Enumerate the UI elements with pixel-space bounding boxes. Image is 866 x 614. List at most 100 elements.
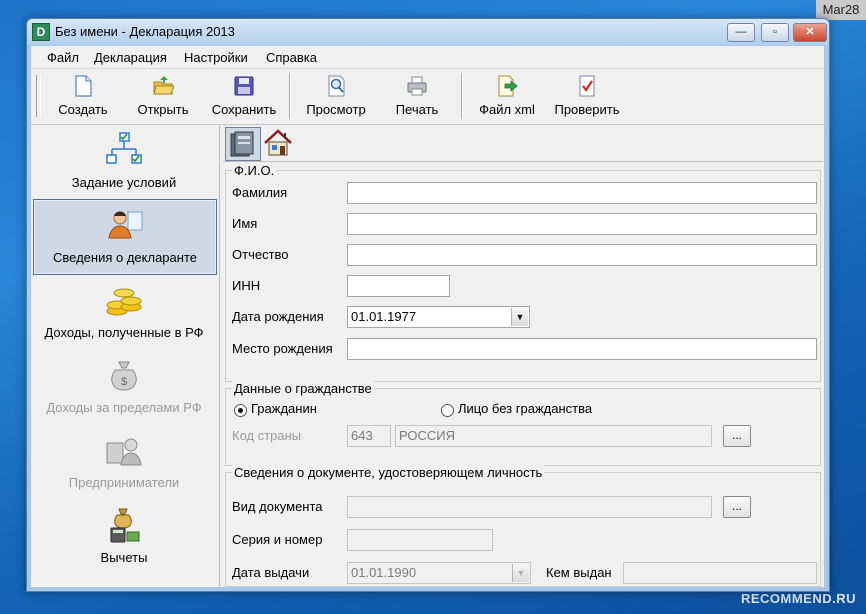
- person-icon: [108, 211, 143, 239]
- name-label: Имя: [232, 216, 258, 231]
- doc-type-browse-button[interactable]: ...: [723, 496, 751, 518]
- surname-input[interactable]: [347, 182, 817, 204]
- check-button[interactable]: Проверить: [549, 72, 625, 120]
- client-area: Файл Декларация Настройки Справка Создат…: [31, 46, 824, 587]
- fio-legend: Ф.И.О.: [232, 163, 277, 178]
- toolbar-separator: [461, 73, 463, 119]
- money-bag-icon: $: [111, 361, 137, 391]
- country-code-input[interactable]: 643: [347, 425, 391, 447]
- dropdown-arrow-icon[interactable]: ▼: [511, 308, 528, 326]
- name-input[interactable]: [347, 213, 817, 235]
- entrepreneur-icon: [106, 438, 142, 466]
- tab-identity[interactable]: [225, 127, 261, 161]
- series-input[interactable]: [347, 529, 493, 551]
- xml-export-icon: [498, 75, 518, 97]
- sidebar-label: Задание условий: [71, 175, 177, 190]
- sidebar-item-conditions[interactable]: Задание условий: [31, 125, 217, 199]
- print-label: Печать: [395, 102, 439, 117]
- sidebar-label: Сведения о декларанте: [53, 250, 197, 265]
- document-legend: Сведения о документе, удостоверяющем лич…: [232, 465, 545, 480]
- birthdate-label: Дата рождения: [232, 309, 324, 324]
- preview-label: Просмотр: [306, 102, 366, 117]
- close-button[interactable]: ✕: [793, 23, 827, 42]
- issued-by-label: Кем выдан: [546, 565, 612, 580]
- fio-group: Ф.И.О. Фамилия Имя Отчество ИНН Дата рож…: [225, 163, 821, 382]
- issue-date-label: Дата выдачи: [232, 565, 310, 580]
- country-browse-button[interactable]: ...: [723, 425, 751, 447]
- sidebar-item-income-abroad[interactable]: $ Доходы за пределами РФ: [31, 350, 217, 424]
- house-icon: [264, 129, 292, 156]
- menu-bar: Файл Декларация Настройки Справка: [31, 46, 824, 69]
- window-title: Без имени - Декларация 2013: [55, 24, 235, 39]
- menu-declaration[interactable]: Декларация: [94, 50, 167, 65]
- preview-button[interactable]: Просмотр: [299, 72, 373, 120]
- country-code-label: Код страны: [232, 428, 302, 443]
- patronymic-input[interactable]: [347, 244, 817, 266]
- country-name-input[interactable]: РОССИЯ: [395, 425, 712, 447]
- xml-file-label: Файл xml: [479, 102, 535, 117]
- citizenship-group: Данные о гражданстве Гражданин Лицо без …: [225, 381, 821, 466]
- sidebar-item-deductions[interactable]: Вычеты: [31, 500, 217, 574]
- citizen-radio[interactable]: [234, 404, 247, 417]
- inn-input[interactable]: [347, 275, 450, 297]
- issued-by-input[interactable]: [623, 562, 817, 584]
- series-label: Серия и номер: [232, 532, 323, 547]
- title-bar[interactable]: D Без имени - Декларация 2013 — ▫ ✕: [27, 19, 829, 45]
- watermark: RECOMMEND.RU: [740, 591, 856, 606]
- save-button[interactable]: Сохранить: [208, 72, 280, 120]
- menu-settings[interactable]: Настройки: [184, 50, 248, 65]
- doc-type-input[interactable]: [347, 496, 712, 518]
- citizenship-legend: Данные о гражданстве: [232, 381, 374, 396]
- inn-label: ИНН: [232, 278, 261, 293]
- stateless-radio[interactable]: [441, 404, 454, 417]
- save-label: Сохранить: [211, 102, 277, 117]
- issue-date-picker[interactable]: 01.01.1990 ▼: [347, 562, 531, 584]
- maximize-button[interactable]: ▫: [761, 23, 789, 42]
- toolbar-separator: [289, 73, 291, 119]
- xml-file-button[interactable]: Файл xml: [473, 72, 541, 120]
- declarant-form: Ф.И.О. Фамилия Имя Отчество ИНН Дата рож…: [223, 125, 823, 587]
- surname-label: Фамилия: [232, 185, 288, 200]
- print-button[interactable]: Печать: [386, 72, 448, 120]
- birthdate-value: 01.01.1977: [351, 309, 417, 324]
- sidebar-item-entrepreneurs[interactable]: Предприниматели: [31, 425, 217, 499]
- sidebar: Задание условий Сведения о декларанте До…: [31, 125, 220, 587]
- printer-icon: [407, 76, 427, 96]
- sidebar-item-declarant[interactable]: Сведения о декларанте: [33, 199, 217, 275]
- sidebar-item-income-rf[interactable]: Доходы, полученные в РФ: [31, 275, 217, 349]
- checkmark-document-icon: [579, 75, 595, 97]
- section-tabs: [223, 125, 823, 162]
- dropdown-arrow-icon[interactable]: ▼: [512, 564, 529, 582]
- check-label: Проверить: [554, 102, 620, 117]
- toolbar-grip[interactable]: [36, 75, 41, 117]
- open-button[interactable]: Открыть: [131, 72, 195, 120]
- stateless-label[interactable]: Лицо без гражданства: [458, 401, 592, 416]
- magnifier-document-icon: [328, 75, 345, 97]
- patronymic-label: Отчество: [232, 247, 289, 262]
- corner-tag: Mar28: [816, 0, 866, 20]
- create-label: Создать: [58, 102, 108, 117]
- id-card-icon: [230, 131, 254, 157]
- menu-file[interactable]: Файл: [47, 50, 79, 65]
- create-button[interactable]: Создать: [51, 72, 115, 120]
- flowchart-icon: [106, 132, 142, 164]
- birthplace-input[interactable]: [347, 338, 817, 360]
- app-window: D Без имени - Декларация 2013 — ▫ ✕ Файл…: [26, 18, 830, 592]
- menu-help[interactable]: Справка: [266, 50, 317, 65]
- tab-address[interactable]: [261, 127, 295, 159]
- toolbar: Создать Открыть Сохранить Просмотр Печат…: [31, 69, 824, 125]
- floppy-disk-icon: [234, 76, 254, 96]
- app-icon: D: [32, 23, 50, 41]
- document-group: Сведения о документе, удостоверяющем лич…: [225, 465, 821, 587]
- sidebar-label: Предприниматели: [68, 475, 180, 490]
- sidebar-label: Доходы за пределами РФ: [46, 400, 202, 415]
- new-document-icon: [75, 75, 92, 97]
- birthplace-label: Место рождения: [232, 341, 333, 356]
- minimize-button[interactable]: —: [727, 23, 755, 42]
- issue-date-value: 01.01.1990: [351, 565, 417, 580]
- citizen-label[interactable]: Гражданин: [251, 401, 317, 416]
- birthdate-picker[interactable]: 01.01.1977 ▼: [347, 306, 530, 328]
- sidebar-label: Доходы, полученные в РФ: [44, 325, 204, 340]
- svg-text:$: $: [121, 376, 127, 388]
- deductions-icon: [110, 508, 140, 543]
